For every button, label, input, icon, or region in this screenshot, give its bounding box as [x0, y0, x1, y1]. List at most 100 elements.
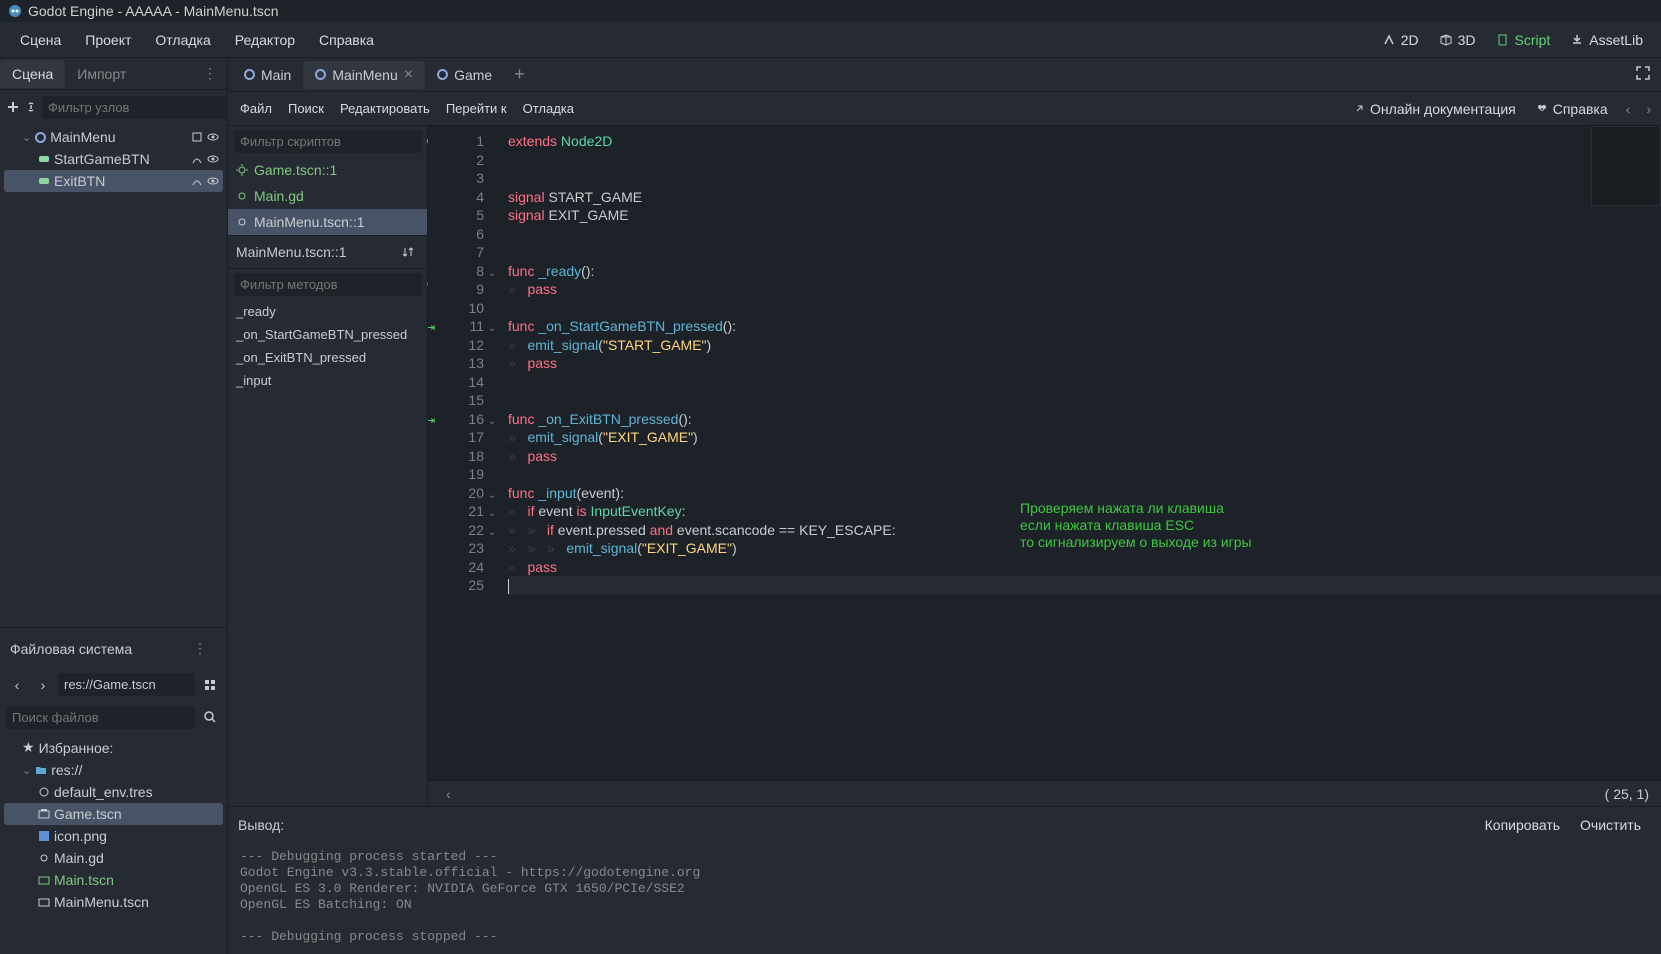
nav-forward-icon[interactable]: › [1640, 97, 1657, 121]
tab-scene[interactable]: Сцена [0, 60, 65, 88]
signal-icon [191, 175, 203, 187]
tree-node-startgame[interactable]: StartGameBTN [4, 148, 223, 170]
cursor-position: ( 25, 1) [1605, 786, 1649, 802]
output-panel: Вывод: Копировать Очистить --- Debugging… [228, 806, 1661, 954]
scene-panel-tabs: Сцена Импорт ⋮ [0, 58, 227, 90]
button-icon [38, 175, 50, 187]
copy-button[interactable]: Копировать [1475, 813, 1570, 837]
method-header: MainMenu.tscn::1 [228, 235, 427, 269]
workspace-2d[interactable]: 2D [1374, 27, 1427, 53]
method-item[interactable]: _input [228, 369, 427, 392]
script-menubar: Файл Поиск Редактировать Перейти к Отлад… [228, 92, 1661, 126]
method-item[interactable]: _on_StartGameBTN_pressed [228, 323, 427, 346]
node-filter-input[interactable] [42, 96, 230, 119]
visibility-icon[interactable] [207, 153, 219, 165]
gear-icon [236, 164, 248, 176]
scene-tab-mainmenu[interactable]: MainMenu× [303, 61, 425, 89]
fs-item[interactable]: Main.gd [4, 847, 223, 869]
script-menu-edit[interactable]: Редактировать [332, 96, 438, 121]
script-item[interactable]: Game.tscn::1 [228, 157, 427, 183]
scene-tab-game[interactable]: Game [425, 61, 504, 89]
visibility-icon[interactable] [207, 175, 219, 187]
godot-icon [8, 4, 22, 18]
help-link[interactable]: Справка [1528, 96, 1616, 122]
fs-favorites[interactable]: ★ Избранное: [4, 736, 223, 759]
script-item[interactable]: Main.gd [228, 183, 427, 209]
node-icon [315, 69, 326, 80]
signal-icon [191, 153, 203, 165]
node2d-icon [35, 132, 46, 143]
nav-forward-icon[interactable]: › [32, 674, 54, 696]
view-mode-icon[interactable] [199, 674, 221, 696]
link-icon[interactable] [24, 96, 38, 118]
method-filter-input[interactable] [234, 273, 422, 296]
script-menu-goto[interactable]: Перейти к [438, 96, 515, 121]
scene-tab-main[interactable]: Main [232, 61, 303, 89]
search-icon[interactable] [199, 706, 221, 728]
fs-item[interactable]: default_env.tres [4, 781, 223, 803]
folder-icon [35, 764, 47, 776]
image-icon [38, 830, 50, 842]
menu-project[interactable]: Проект [75, 26, 141, 54]
cursor [508, 579, 509, 594]
main-menubar: Сцена Проект Отладка Редактор Справка 2D… [0, 22, 1661, 58]
window-title: Godot Engine - AAAAA - MainMenu.tscn [28, 3, 279, 19]
close-icon[interactable]: × [404, 67, 413, 83]
fs-tree: ★ Избранное: ⌄ res:// default_env.tres G… [0, 734, 227, 954]
distraction-free-icon[interactable] [1625, 59, 1661, 90]
workspace-script[interactable]: Script [1488, 27, 1559, 53]
new-tab-button[interactable]: + [504, 58, 535, 91]
fs-more-icon[interactable]: ⋮ [183, 634, 217, 663]
fs-item[interactable]: Main.tscn [4, 869, 223, 891]
tree-node-root[interactable]: ⌄ MainMenu [4, 126, 223, 148]
menu-debug[interactable]: Отладка [145, 26, 220, 54]
workspace-3d[interactable]: 3D [1431, 27, 1484, 53]
chevron-left-icon[interactable]: ‹ [440, 782, 457, 806]
scene-icon [38, 896, 50, 908]
tree-node-exit[interactable]: ExitBTN [4, 170, 223, 192]
fs-item[interactable]: MainMenu.tscn [4, 891, 223, 913]
gear-icon [38, 852, 50, 864]
visibility-icon[interactable] [207, 131, 219, 143]
menu-scene[interactable]: Сцена [10, 26, 71, 54]
script-menu-debug[interactable]: Отладка [515, 96, 582, 121]
sort-icon[interactable] [397, 241, 419, 263]
scene-tree: ⌄ MainMenu StartGameBTN ExitBTN [0, 124, 227, 627]
fs-root[interactable]: ⌄ res:// [4, 759, 223, 781]
tab-import[interactable]: Импорт [65, 60, 138, 88]
fs-item[interactable]: icon.png [4, 825, 223, 847]
scene-icon [38, 808, 50, 820]
output-title: Вывод: [238, 817, 1475, 833]
menu-editor[interactable]: Редактор [225, 26, 305, 54]
code-statusbar: ‹ ( 25, 1) [428, 780, 1661, 806]
nav-back-icon[interactable]: ‹ [1620, 97, 1637, 121]
menu-help[interactable]: Справка [309, 26, 384, 54]
clear-button[interactable]: Очистить [1570, 813, 1651, 837]
button-icon [38, 153, 50, 165]
method-item[interactable]: _ready [228, 300, 427, 323]
script-menu-search[interactable]: Поиск [280, 96, 332, 121]
script-menu-file[interactable]: Файл [232, 96, 280, 121]
fs-path[interactable]: res://Game.tscn [58, 673, 195, 696]
workspace-assetlib[interactable]: AssetLib [1562, 27, 1651, 53]
output-body[interactable]: --- Debugging process started --- Godot … [228, 843, 1661, 954]
panel-more-icon[interactable]: ⋮ [193, 59, 227, 88]
code-comment-annotation: Проверяем нажата ли клавишаесли нажата к… [1020, 500, 1252, 551]
fs-title: Файловая система [10, 641, 183, 657]
scene-icon [38, 874, 50, 886]
online-docs-link[interactable]: Онлайн документация [1345, 96, 1524, 122]
minimap[interactable] [1591, 126, 1661, 206]
fs-item[interactable]: Game.tscn [4, 803, 223, 825]
code-lines[interactable]: extends Node2D signal START_GAME signal … [490, 126, 1661, 780]
node-icon [437, 69, 448, 80]
add-node-button[interactable] [6, 96, 20, 118]
gutter: 1234567 8⌄910 ⇥11⌄12131415 ⇥16⌄171819 20… [428, 126, 490, 780]
nav-back-icon[interactable]: ‹ [6, 674, 28, 696]
script-item[interactable]: MainMenu.tscn::1 [228, 209, 427, 235]
fs-search-input[interactable] [6, 706, 195, 729]
code-editor[interactable]: 1234567 8⌄910 ⇥11⌄12131415 ⇥16⌄171819 20… [428, 126, 1661, 806]
script-filter-input[interactable] [234, 130, 422, 153]
method-item[interactable]: _on_ExitBTN_pressed [228, 346, 427, 369]
script-icon [191, 131, 203, 143]
gear-icon [236, 190, 248, 202]
